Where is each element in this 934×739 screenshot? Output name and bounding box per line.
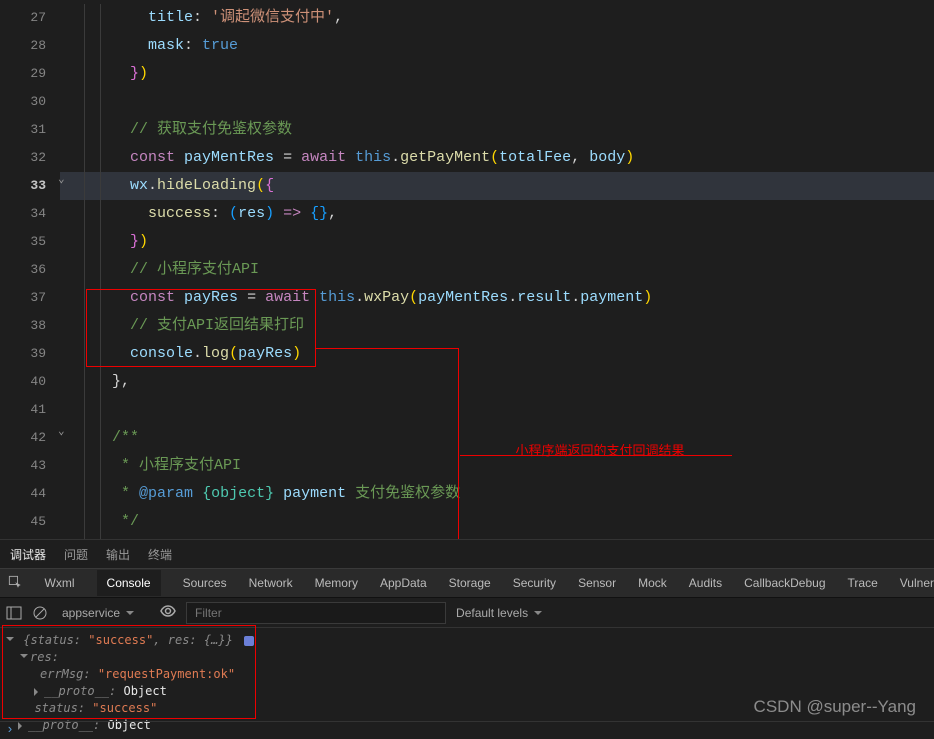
- code-line[interactable]: [76, 88, 934, 116]
- devtools-tab-audits[interactable]: Audits: [689, 576, 722, 590]
- code-line[interactable]: title: '调起微信支付中',: [76, 4, 934, 32]
- code-line[interactable]: const payRes = await this.wxPay(payMentR…: [76, 284, 934, 312]
- line-number: 40: [0, 368, 58, 396]
- bottom-panel: 调试器 问题 输出 终端 Wxml Console Sources Network Memor…: [0, 539, 934, 739]
- expand-icon[interactable]: [6, 637, 14, 645]
- devtools-tab-wxml[interactable]: Wxml: [45, 576, 75, 590]
- expand-icon[interactable]: [34, 688, 42, 696]
- panel-tab[interactable]: 终端: [148, 546, 172, 563]
- code-line[interactable]: /**: [76, 424, 934, 452]
- line-number: 33: [0, 172, 58, 200]
- devtools-tab-memory[interactable]: Memory: [315, 576, 358, 590]
- code-area[interactable]: title: '调起微信支付中', mask: true }) // 获取支付免…: [76, 0, 934, 564]
- devtools-tab-appdata[interactable]: AppData: [380, 576, 427, 590]
- code-line[interactable]: [76, 396, 934, 424]
- line-number: 27: [0, 4, 58, 32]
- console-filter-input[interactable]: [186, 602, 446, 624]
- line-number: 36: [0, 256, 58, 284]
- code-line[interactable]: mask: true: [76, 32, 934, 60]
- line-number: 34: [0, 200, 58, 228]
- code-line[interactable]: success: (res) => {},: [76, 200, 934, 228]
- line-number: 29: [0, 60, 58, 88]
- panel-tabs: 调试器 问题 输出 终端: [0, 540, 934, 568]
- code-line[interactable]: * 小程序支付API: [76, 452, 934, 480]
- line-number: 28: [0, 32, 58, 60]
- line-number: 39: [0, 340, 58, 368]
- line-number: 35: [0, 228, 58, 256]
- code-line[interactable]: // 小程序支付API: [76, 256, 934, 284]
- line-number: 30: [0, 88, 58, 116]
- code-line[interactable]: // 支付API返回结果打印: [76, 312, 934, 340]
- line-number: 43: [0, 452, 58, 480]
- console-toolbar: appservice Default levels: [0, 598, 934, 628]
- line-number-gutter: 2728293031323334353637383940414243444546: [0, 0, 58, 539]
- code-line[interactable]: }): [76, 228, 934, 256]
- panel-tab[interactable]: 输出: [106, 546, 130, 563]
- fold-icon[interactable]: ⌄: [58, 172, 65, 186]
- expand-icon[interactable]: [20, 654, 28, 662]
- code-line[interactable]: * @param {object} payment 支付免鉴权参数: [76, 480, 934, 508]
- fold-column: ⌄⌄: [58, 0, 76, 539]
- line-number: 38: [0, 312, 58, 340]
- devtools-tab-console[interactable]: Console: [97, 570, 161, 596]
- context-selector[interactable]: appservice: [58, 604, 150, 622]
- code-line[interactable]: // 获取支付免鉴权参数: [76, 116, 934, 144]
- code-line[interactable]: }): [76, 60, 934, 88]
- console-log-row[interactable]: {status: "success", res: {…}}: [6, 632, 928, 649]
- panel-tab[interactable]: 问题: [64, 546, 88, 563]
- clear-console-icon[interactable]: [32, 605, 48, 621]
- devtools-tab-trace[interactable]: Trace: [848, 576, 878, 590]
- object-marker-icon: [244, 636, 254, 646]
- devtools-tab-mock[interactable]: Mock: [638, 576, 667, 590]
- code-line[interactable]: wx.hideLoading({: [76, 172, 934, 200]
- code-line[interactable]: console.log(payRes): [76, 340, 934, 368]
- sidebar-toggle-icon[interactable]: [6, 605, 22, 621]
- line-number: 41: [0, 396, 58, 424]
- devtools-tab-callbackdebug[interactable]: CallbackDebug: [744, 576, 825, 590]
- code-editor[interactable]: 2728293031323334353637383940414243444546…: [0, 0, 934, 539]
- devtools-tab-sources[interactable]: Sources: [183, 576, 227, 590]
- line-number: 44: [0, 480, 58, 508]
- code-line[interactable]: const payMentRes = await this.getPayMent…: [76, 144, 934, 172]
- code-line[interactable]: },: [76, 368, 934, 396]
- devtools-tab-vulner[interactable]: Vulner: [900, 576, 934, 590]
- fold-icon[interactable]: ⌄: [58, 424, 65, 438]
- log-levels-select[interactable]: Default levels: [456, 606, 542, 620]
- console-prompt[interactable]: ›: [0, 721, 934, 739]
- devtools-tabs: Wxml Console Sources Network Memory AppData St…: [0, 568, 934, 598]
- inspect-icon[interactable]: [8, 575, 23, 591]
- line-number: 32: [0, 144, 58, 172]
- console-child-res[interactable]: res:: [6, 649, 928, 666]
- line-number: 42: [0, 424, 58, 452]
- devtools-tab-storage[interactable]: Storage: [449, 576, 491, 590]
- devtools-tab-sensor[interactable]: Sensor: [578, 576, 616, 590]
- line-number: 31: [0, 116, 58, 144]
- live-expression-icon[interactable]: [160, 603, 176, 622]
- console-child-proto[interactable]: __proto__: Object: [6, 683, 928, 700]
- devtools-tab-network[interactable]: Network: [249, 576, 293, 590]
- console-child-errmsg: errMsg: "requestPayment:ok": [6, 666, 928, 683]
- line-number: 45: [0, 508, 58, 536]
- console-child-status: status: "success": [6, 700, 928, 717]
- line-number: 37: [0, 284, 58, 312]
- code-line[interactable]: */: [76, 508, 934, 536]
- devtools-tab-security[interactable]: Security: [513, 576, 556, 590]
- panel-tab[interactable]: 调试器: [10, 546, 46, 563]
